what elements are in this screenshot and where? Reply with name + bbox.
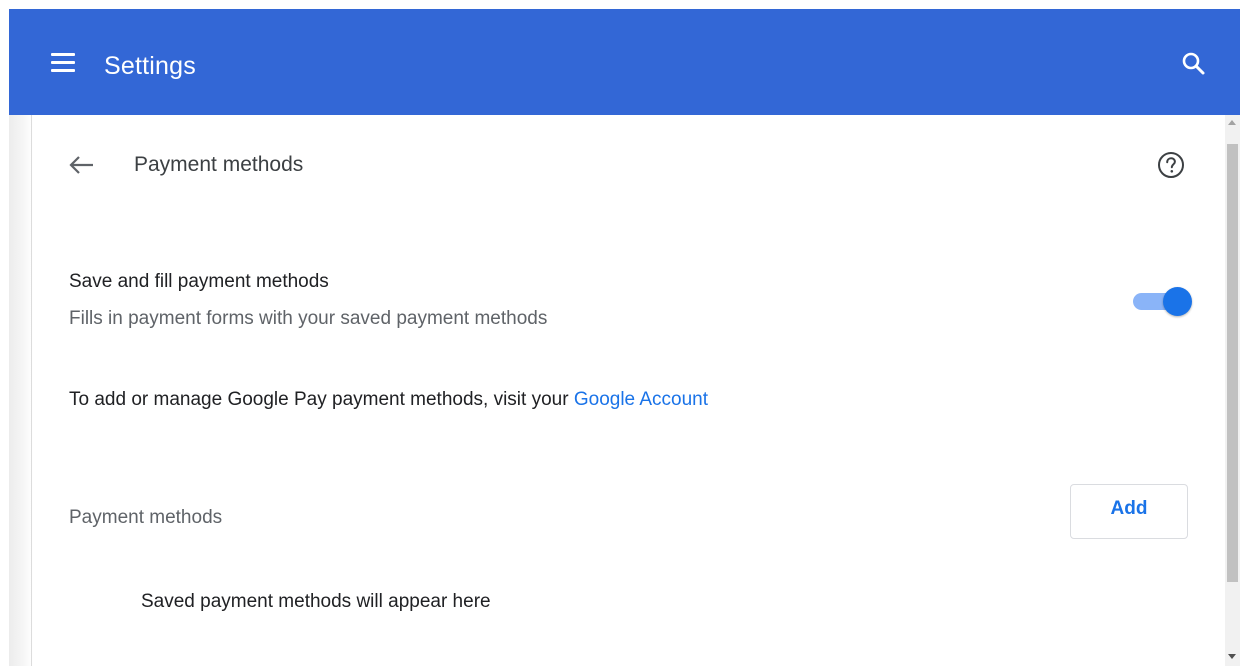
- autofill-toggle[interactable]: [1133, 286, 1192, 316]
- settings-window: Settings Payment methods Save and fill p…: [0, 0, 1240, 666]
- settings-toolbar: Settings: [9, 9, 1240, 115]
- empty-payment-methods-message: Saved payment methods will appear here: [141, 591, 491, 612]
- page-title: Payment methods: [134, 153, 304, 176]
- autofill-setting-description: Fills in payment forms with your saved p…: [69, 308, 548, 329]
- google-pay-info-text: To add or manage Google Pay payment meth…: [69, 389, 569, 410]
- google-account-link[interactable]: Google Account: [574, 389, 708, 410]
- card-left-border: [31, 115, 32, 666]
- autofill-setting-label: Save and fill payment methods: [69, 271, 329, 292]
- card-left-shadow: [9, 115, 33, 666]
- add-payment-method-button[interactable]: Add: [1070, 484, 1188, 539]
- hamburger-menu-icon[interactable]: [51, 53, 75, 73]
- scroll-down-arrow-icon[interactable]: [1228, 654, 1236, 659]
- scrollbar-thumb[interactable]: [1227, 144, 1238, 582]
- toggle-knob: [1163, 287, 1192, 316]
- google-pay-info: To add or manage Google Pay payment meth…: [69, 388, 708, 412]
- window-top-edge: [0, 0, 1240, 9]
- help-circle-icon[interactable]: [1156, 150, 1186, 180]
- search-icon[interactable]: [1181, 51, 1207, 77]
- window-left-edge: [0, 0, 9, 666]
- scroll-up-arrow-icon[interactable]: [1228, 120, 1236, 125]
- payment-methods-heading: Payment methods: [69, 507, 223, 528]
- arrow-back-icon[interactable]: [66, 150, 96, 180]
- toolbar-title: Settings: [104, 52, 196, 80]
